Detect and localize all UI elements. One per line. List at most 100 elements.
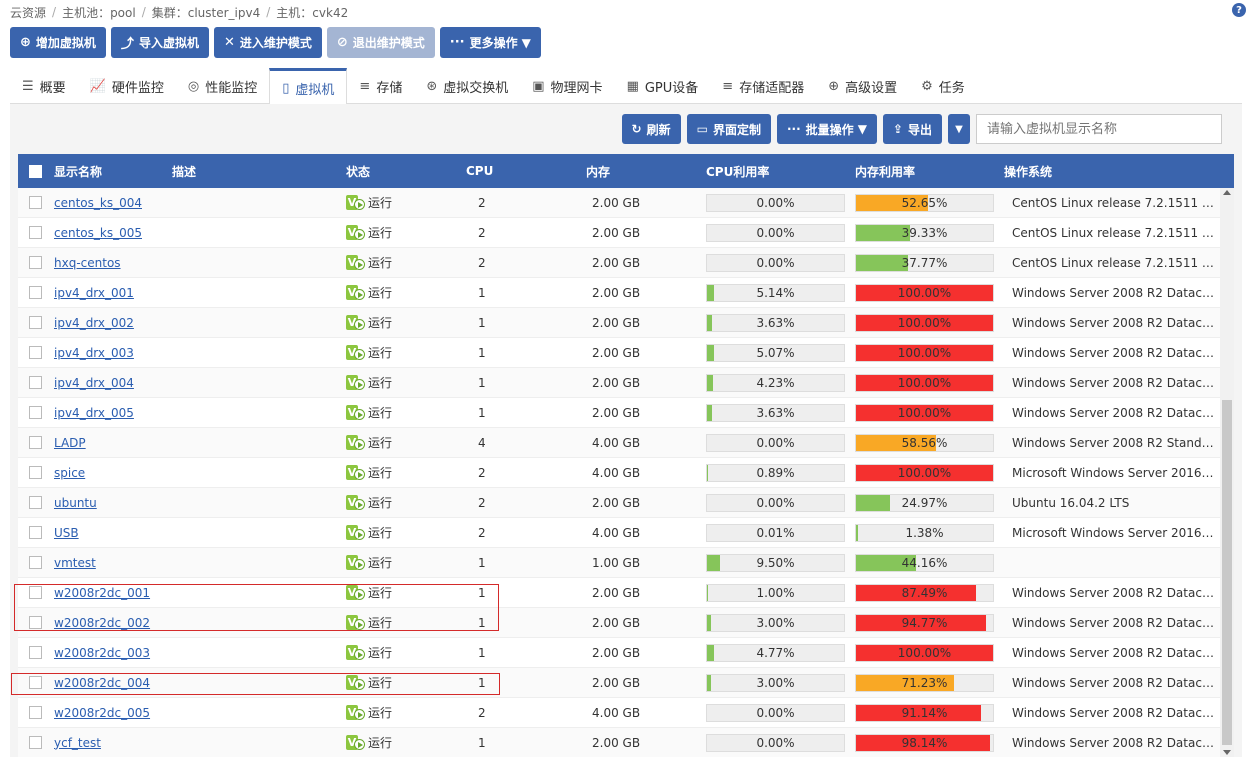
tab-hardware-monitor[interactable]: 📈 硬件监控	[78, 68, 176, 104]
tab-physical-nic[interactable]: ▣ 物理网卡	[520, 68, 614, 104]
help-icon[interactable]: ?	[1232, 3, 1246, 17]
table-row[interactable]: ubuntu V 运行 2 2.00 GB 0.00% 24.97% Ubuntu 16.04…	[18, 488, 1234, 518]
vm-name-link[interactable]: ubuntu	[54, 496, 97, 510]
row-checkbox[interactable]	[28, 466, 42, 479]
table-row[interactable]: ipv4_drx_005 V 运行 1 2.00 GB 3.63% 100.00% Windo…	[18, 398, 1234, 428]
table-row[interactable]: ipv4_drx_002 V 运行 1 2.00 GB 3.63% 100.00% Windo…	[18, 308, 1234, 338]
row-checkbox[interactable]	[28, 616, 42, 629]
vm-name-link[interactable]: w2008r2dc_004	[54, 676, 150, 690]
row-checkbox[interactable]	[28, 496, 42, 509]
batch-actions-button[interactable]: ··· 批量操作 ▼	[776, 114, 877, 144]
search-field-dropdown[interactable]: ▼	[948, 114, 970, 144]
select-all-checkbox[interactable]	[28, 164, 42, 178]
row-checkbox[interactable]	[28, 196, 42, 209]
row-checkbox[interactable]	[28, 376, 42, 389]
col-name[interactable]: 显示名称	[52, 163, 172, 180]
tab-vms[interactable]: ▯ 虚拟机	[269, 68, 348, 105]
table-row[interactable]: ipv4_drx_004 V 运行 1 2.00 GB 4.23% 100.00% Windo…	[18, 368, 1234, 398]
row-checkbox[interactable]	[28, 226, 42, 239]
vm-memory: 4.00 GB	[592, 435, 641, 450]
tab-storage-adapter[interactable]: ≡ 存储适配器	[710, 68, 816, 104]
col-state[interactable]: 状态	[346, 163, 466, 180]
table-row[interactable]: centos_ks_005 V 运行 2 2.00 GB 0.00% 39.33% CentO…	[18, 218, 1234, 248]
col-desc[interactable]: 描述	[172, 163, 346, 180]
tab-storage[interactable]: ≡ 存储	[347, 68, 414, 104]
row-checkbox[interactable]	[28, 526, 42, 539]
row-checkbox[interactable]	[28, 346, 42, 359]
row-checkbox[interactable]	[28, 646, 42, 659]
table-row[interactable]: LADP V 运行 4 4.00 GB 0.00% 58.56% Windows Server…	[18, 428, 1234, 458]
vm-name-link[interactable]: ipv4_drx_003	[54, 346, 134, 360]
col-cpu-util[interactable]: CPU利用率	[706, 163, 855, 180]
col-cpu[interactable]: CPU	[466, 164, 586, 178]
vm-name-link[interactable]: USB	[54, 526, 79, 540]
vm-name-link[interactable]: LADP	[54, 436, 86, 450]
vm-cpu: 2	[478, 195, 486, 210]
vm-name-link[interactable]: ipv4_drx_001	[54, 286, 134, 300]
tab-gpu[interactable]: ▦ GPU设备	[615, 68, 711, 104]
vm-name-link[interactable]: vmtest	[54, 556, 96, 570]
more-actions-button[interactable]: ··· 更多操作 ▼	[439, 27, 541, 58]
table-row[interactable]: w2008r2dc_004 V 运行 1 2.00 GB 3.00% 71.23% Windo…	[18, 668, 1234, 698]
vm-name-link[interactable]: w2008r2dc_001	[54, 586, 150, 600]
vm-name-link[interactable]: ipv4_drx_005	[54, 406, 134, 420]
row-checkbox[interactable]	[28, 436, 42, 449]
vm-cpu: 1	[478, 405, 486, 420]
import-vm-button[interactable]: ⤴ 导入虚拟机	[110, 27, 209, 58]
row-checkbox[interactable]	[28, 676, 42, 689]
vm-name-link[interactable]: spice	[54, 466, 85, 480]
vm-name-link[interactable]: w2008r2dc_005	[54, 706, 150, 720]
row-checkbox[interactable]	[28, 286, 42, 299]
table-row[interactable]: ipv4_drx_003 V 运行 1 2.00 GB 5.07% 100.00% Windo…	[18, 338, 1234, 368]
scroll-down-icon[interactable]	[1223, 750, 1231, 755]
vm-name-link[interactable]: ipv4_drx_004	[54, 376, 134, 390]
row-checkbox[interactable]	[28, 316, 42, 329]
table-row[interactable]: hxq-centos V 运行 2 2.00 GB 0.00% 37.77% CentOS L…	[18, 248, 1234, 278]
row-checkbox[interactable]	[28, 556, 42, 569]
vm-name-link[interactable]: ycf_test	[54, 736, 101, 750]
customize-button[interactable]: ▭ 界面定制	[686, 114, 771, 144]
refresh-button[interactable]: ↻ 刷新	[621, 114, 681, 144]
export-button[interactable]: ⇪ 导出	[882, 114, 942, 144]
row-checkbox[interactable]	[28, 406, 42, 419]
vm-name-link[interactable]: w2008r2dc_003	[54, 646, 150, 660]
enter-maintenance-button[interactable]: ✕ 进入维护模式	[213, 27, 322, 58]
mem-util-value: 39.33%	[901, 225, 948, 240]
tab-vswitch[interactable]: ⊛ 虚拟交换机	[414, 68, 520, 104]
row-checkbox[interactable]	[28, 256, 42, 269]
col-os[interactable]: 操作系统	[1004, 163, 1214, 180]
exit-maintenance-button[interactable]: ⊘ 退出维护模式	[326, 27, 435, 58]
tab-summary[interactable]: ☰ 概要	[10, 68, 78, 104]
vm-search-input[interactable]	[976, 114, 1222, 144]
tab-advanced[interactable]: ⊕ 高级设置	[816, 68, 909, 104]
vm-name-link[interactable]: centos_ks_005	[54, 226, 142, 240]
tab-tasks[interactable]: ⚙ 任务	[909, 68, 977, 104]
table-row[interactable]: w2008r2dc_002 V 运行 1 2.00 GB 3.00% 94.77% Windo…	[18, 608, 1234, 638]
breadcrumb-pool[interactable]: 主机池：pool	[62, 4, 136, 21]
add-vm-button[interactable]: ⊕ 增加虚拟机	[10, 27, 106, 58]
table-row[interactable]: spice V 运行 2 4.00 GB 0.89% 100.00% Microsoft Wi…	[18, 458, 1234, 488]
table-row[interactable]: USB V 运行 2 4.00 GB 0.01% 1.38% Microsoft Window…	[18, 518, 1234, 548]
breadcrumb-cluster[interactable]: 集群：cluster_ipv4	[152, 4, 261, 21]
table-row[interactable]: w2008r2dc_003 V 运行 1 2.00 GB 4.77% 100.00% Wind…	[18, 638, 1234, 668]
table-row[interactable]: ipv4_drx_001 V 运行 1 2.00 GB 5.14% 100.00% Windo…	[18, 278, 1234, 308]
vm-name-link[interactable]: ipv4_drx_002	[54, 316, 134, 330]
table-row[interactable]: w2008r2dc_005 V 运行 2 4.00 GB 0.00% 91.14% Windo…	[18, 698, 1234, 728]
row-checkbox[interactable]	[28, 706, 42, 719]
scroll-thumb[interactable]	[1222, 400, 1232, 745]
scroll-up-icon[interactable]	[1223, 190, 1231, 195]
col-mem[interactable]: 内存	[586, 163, 706, 180]
table-row[interactable]: ycf_test V 运行 1 2.00 GB 0.00% 98.14% Windows Se…	[18, 728, 1234, 757]
breadcrumb-cloud[interactable]: 云资源	[10, 4, 46, 21]
table-scrollbar[interactable]	[1220, 188, 1234, 757]
table-row[interactable]: vmtest V 运行 1 1.00 GB 9.50% 44.16%	[18, 548, 1234, 578]
tab-performance-monitor[interactable]: ◎ 性能监控	[176, 68, 269, 104]
col-mem-util[interactable]: 内存利用率	[855, 163, 1004, 180]
vm-name-link[interactable]: w2008r2dc_002	[54, 616, 150, 630]
row-checkbox[interactable]	[28, 736, 42, 749]
vm-name-link[interactable]: hxq-centos	[54, 256, 121, 270]
table-row[interactable]: w2008r2dc_001 V 运行 1 2.00 GB 1.00% 87.49% Windo…	[18, 578, 1234, 608]
row-checkbox[interactable]	[28, 586, 42, 599]
vm-name-link[interactable]: centos_ks_004	[54, 196, 142, 210]
table-row[interactable]: centos_ks_004 V 运行 2 2.00 GB 0.00% 52.65% CentO…	[18, 188, 1234, 218]
